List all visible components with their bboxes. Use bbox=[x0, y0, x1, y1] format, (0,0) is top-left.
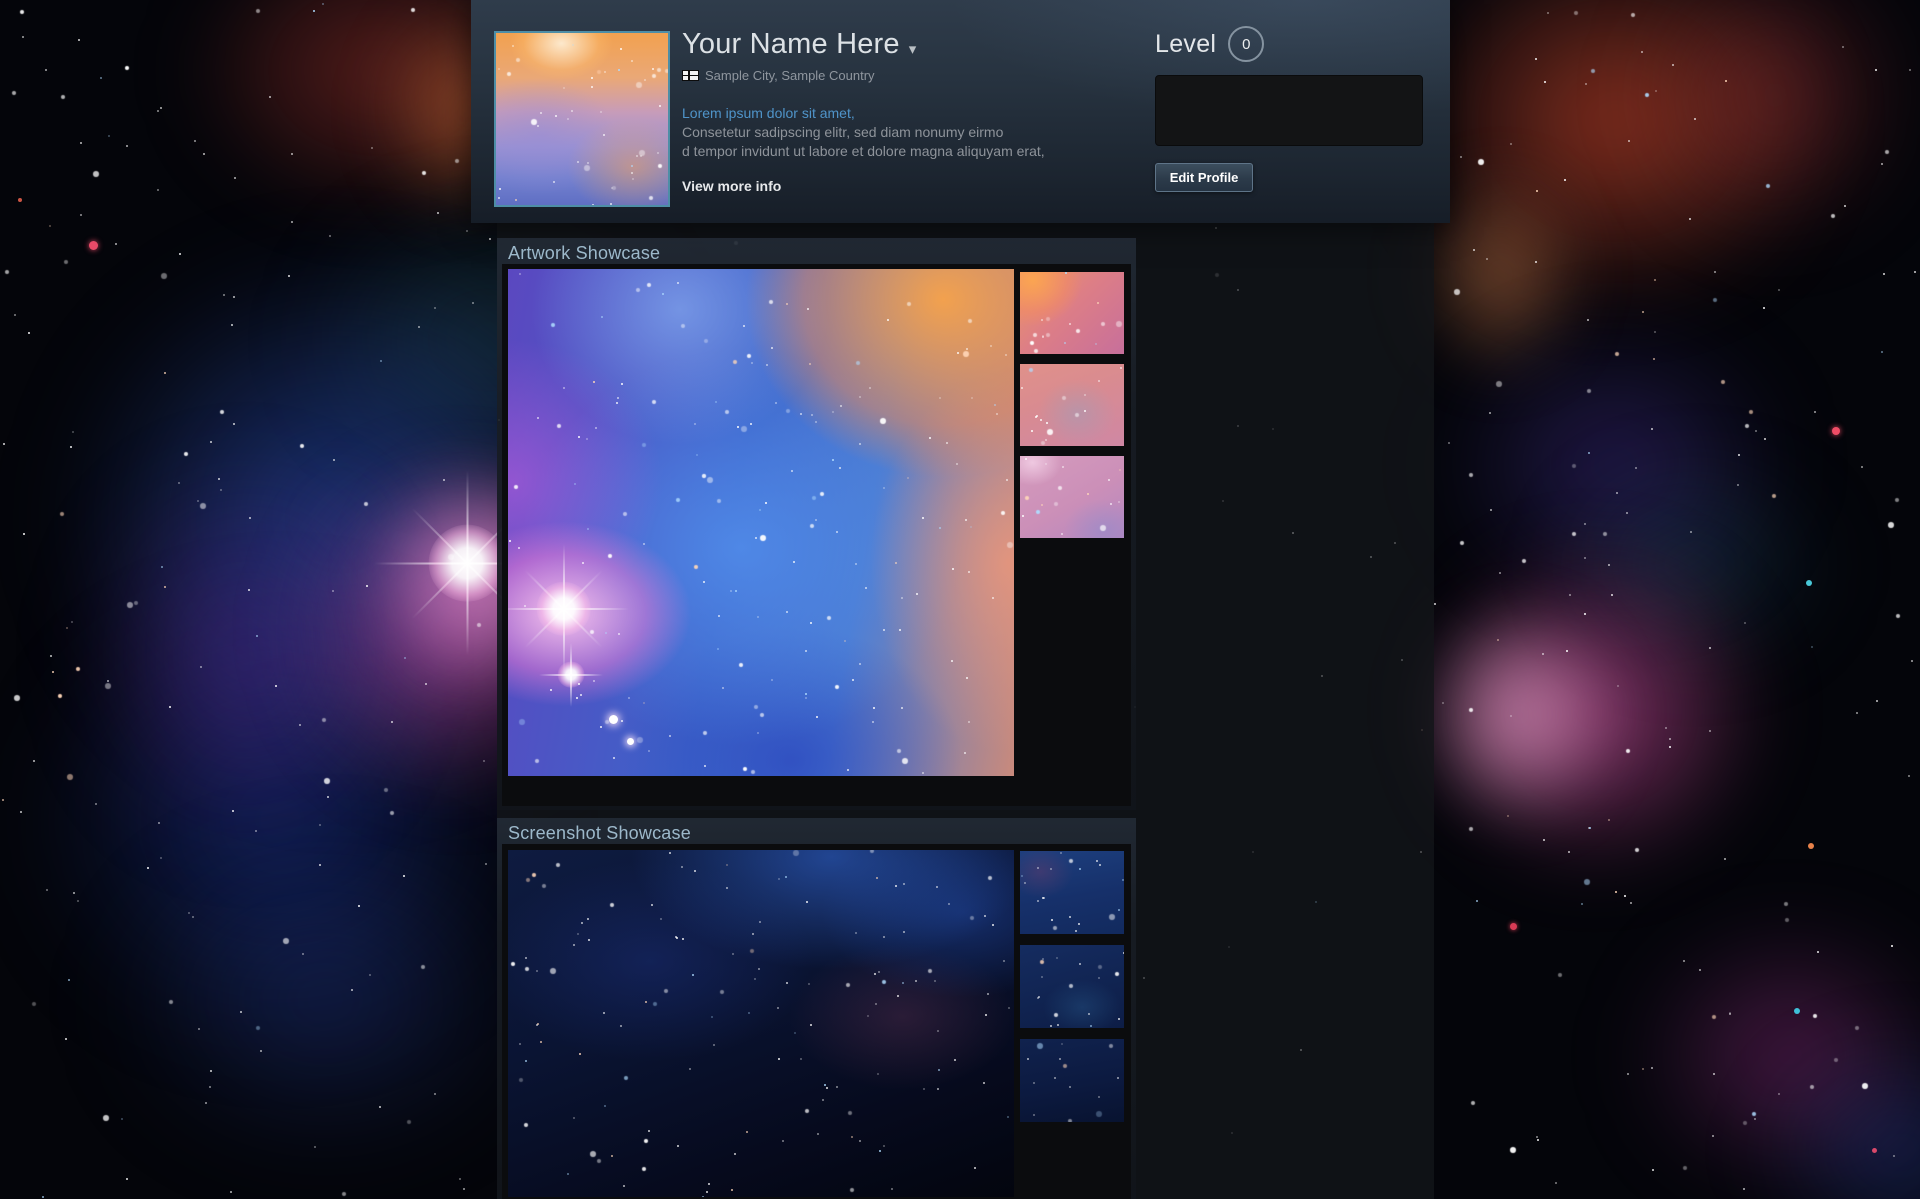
summary-link[interactable]: Lorem ipsum dolor sit amet, bbox=[682, 104, 1112, 123]
level-row: Level 0 bbox=[1155, 26, 1423, 62]
artwork-showcase: Artwork Showcase bbox=[497, 238, 1136, 810]
showcase-title: Artwork Showcase bbox=[497, 238, 1136, 267]
starfield bbox=[0, 0, 500, 1199]
star-speckles bbox=[508, 850, 510, 852]
screenshot-thumbnail[interactable] bbox=[1020, 1039, 1124, 1122]
star-speckles bbox=[508, 269, 510, 271]
bright-star bbox=[627, 738, 634, 745]
level-area: Level 0 Edit Profile bbox=[1155, 26, 1423, 192]
star-speckles bbox=[1020, 272, 1022, 274]
artwork-thumbnail[interactable] bbox=[1020, 272, 1124, 354]
star-speckles bbox=[1020, 945, 1022, 947]
star-speckles bbox=[1020, 364, 1022, 366]
profile-header: Your Name Here ▾ Sample City, Sample Cou… bbox=[471, 0, 1450, 223]
screenshot-showcase: Screenshot Showcase bbox=[497, 818, 1136, 1199]
view-more-info-link[interactable]: View more info bbox=[682, 178, 1112, 194]
star-speckles bbox=[1020, 851, 1022, 853]
location-row: Sample City, Sample Country bbox=[682, 68, 1112, 83]
profile-summary: Lorem ipsum dolor sit amet, Consetetur s… bbox=[682, 104, 1112, 161]
showcase-title: Screenshot Showcase bbox=[497, 818, 1136, 847]
badge-showcase-placeholder[interactable] bbox=[1155, 75, 1423, 146]
steam-profile-page: Your Name Here ▾ Sample City, Sample Cou… bbox=[0, 0, 1920, 1199]
avatar-image bbox=[496, 33, 668, 205]
profile-avatar[interactable] bbox=[494, 31, 670, 207]
star-speckles bbox=[497, 223, 499, 225]
screenshot-thumbnail[interactable] bbox=[1020, 945, 1124, 1028]
edit-profile-button[interactable]: Edit Profile bbox=[1155, 163, 1253, 192]
artwork-thumbnail[interactable] bbox=[1020, 364, 1124, 446]
screenshot-thumbnail[interactable] bbox=[1020, 851, 1124, 934]
star-speckles bbox=[496, 33, 498, 35]
chevron-down-icon: ▾ bbox=[909, 32, 917, 58]
star-speckles bbox=[1020, 1039, 1022, 1041]
location-text: Sample City, Sample Country bbox=[705, 68, 875, 83]
artwork-frame bbox=[502, 264, 1131, 806]
level-value: 0 bbox=[1242, 36, 1250, 53]
summary-line: Consetetur sadipscing elitr, sed diam no… bbox=[682, 123, 1112, 142]
level-badge: 0 bbox=[1228, 26, 1264, 62]
artwork-thumbnail[interactable] bbox=[1020, 456, 1124, 538]
bright-star bbox=[609, 715, 618, 724]
profile-info: Your Name Here ▾ Sample City, Sample Cou… bbox=[682, 28, 1112, 194]
star-flare bbox=[508, 544, 629, 674]
star-speckles bbox=[1020, 456, 1022, 458]
star-speckles bbox=[0, 0, 2, 2]
screenshot-main-image[interactable] bbox=[508, 850, 1014, 1197]
edit-profile-label: Edit Profile bbox=[1170, 170, 1239, 185]
level-label: Level bbox=[1155, 30, 1216, 59]
country-flag-icon bbox=[682, 70, 699, 81]
star-flare bbox=[539, 643, 603, 707]
summary-line: d tempor invidunt ut labore et dolore ma… bbox=[682, 142, 1112, 161]
starfield bbox=[1434, 0, 1920, 1199]
name-dropdown[interactable]: Your Name Here ▾ bbox=[682, 28, 1112, 61]
screenshot-frame bbox=[502, 844, 1131, 1199]
artwork-main-image[interactable] bbox=[508, 269, 1014, 776]
profile-name: Your Name Here bbox=[682, 28, 900, 61]
